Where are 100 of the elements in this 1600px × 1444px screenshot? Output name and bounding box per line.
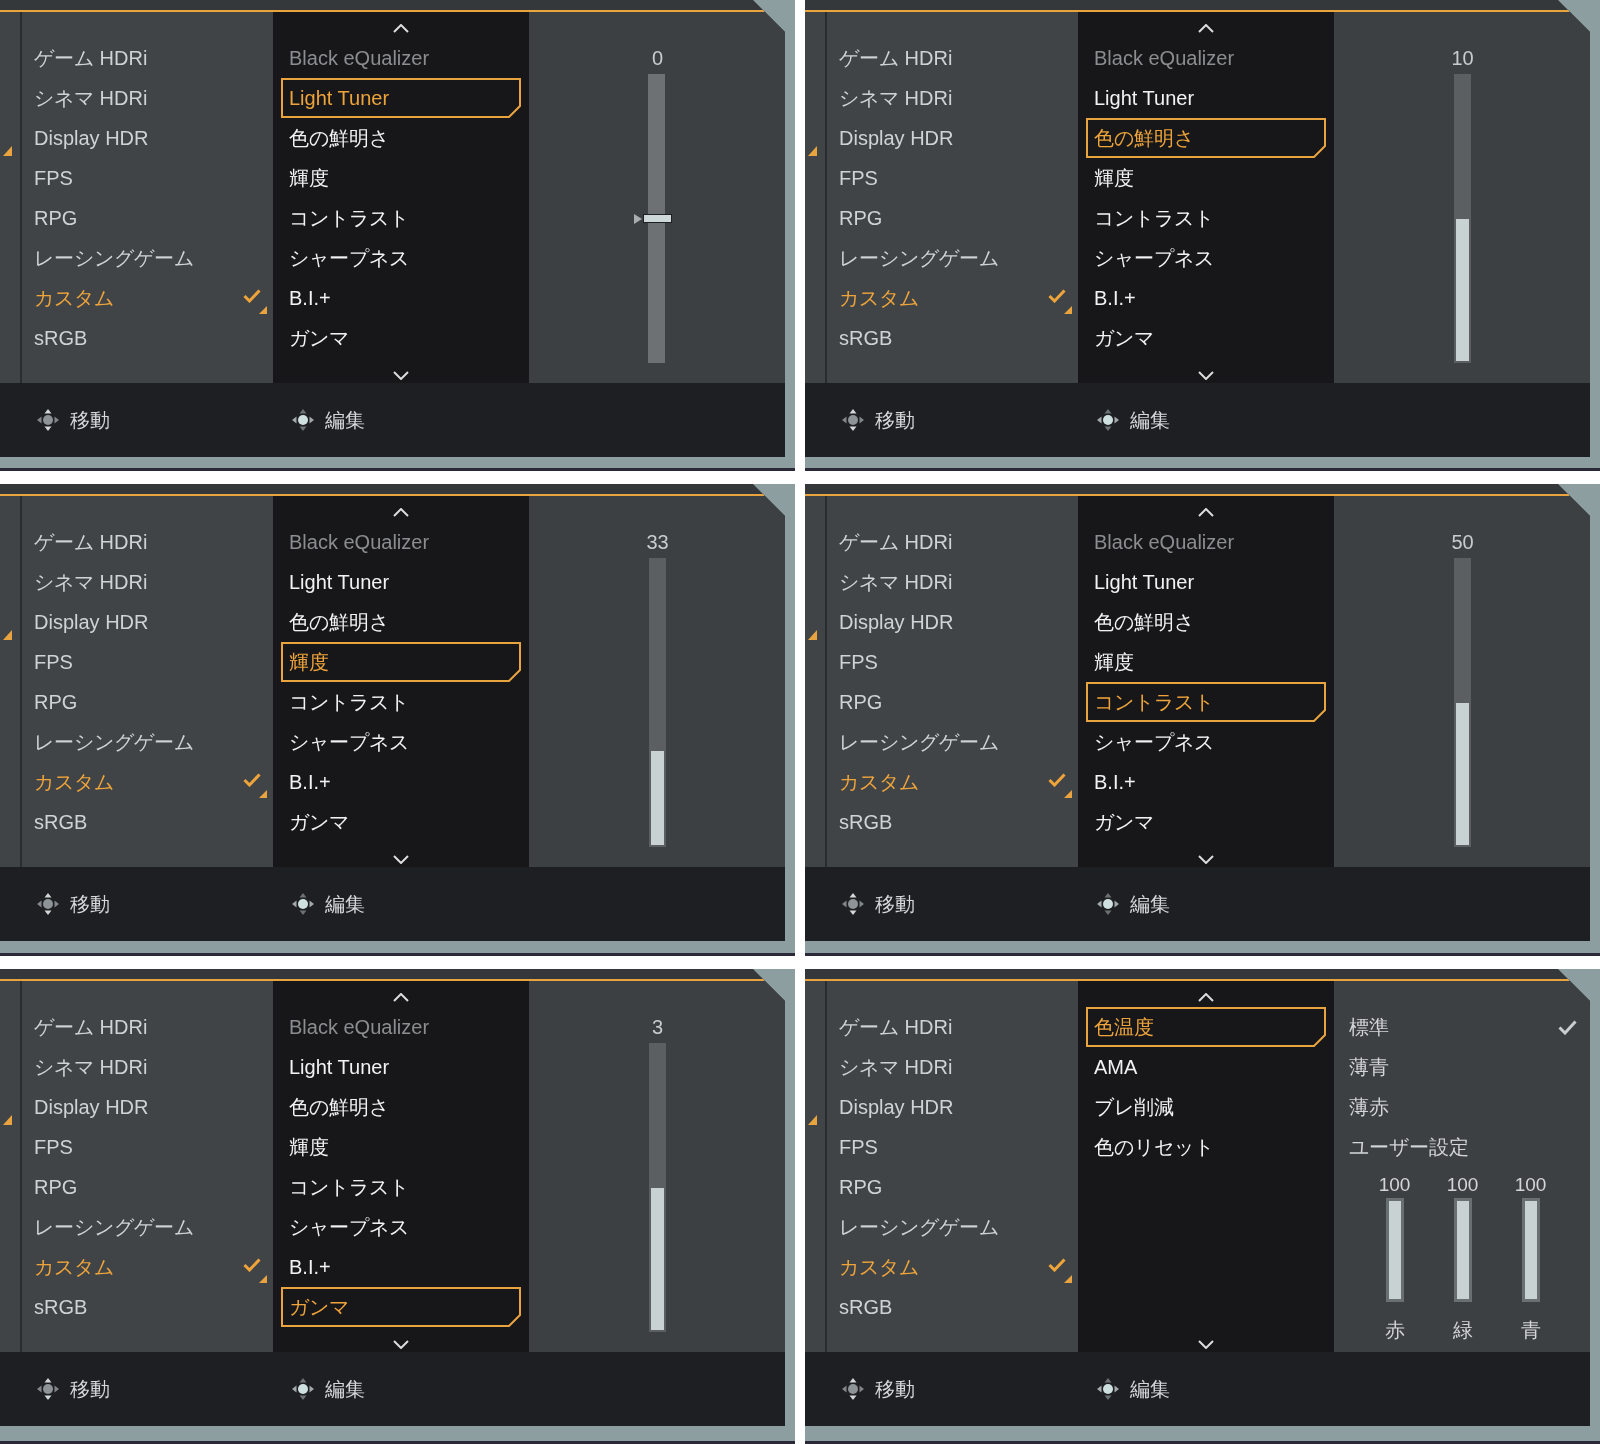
mode-item[interactable]: レーシングゲーム [22, 238, 273, 278]
hint-label: 移動 [70, 894, 110, 914]
mode-item[interactable]: カスタム [22, 1247, 273, 1287]
option-item[interactable]: 標準 [1334, 1007, 1591, 1047]
mode-item[interactable]: FPS [827, 1127, 1078, 1167]
menu-item[interactable]: B.I.+ [281, 762, 521, 802]
menu-item[interactable]: Light Tuner [1086, 78, 1326, 118]
mode-item[interactable]: RPG [827, 1167, 1078, 1207]
option-item[interactable]: ユーザー設定 [1334, 1127, 1591, 1167]
mode-item[interactable]: Display HDR [22, 1087, 273, 1127]
mode-item[interactable]: FPS [22, 1127, 273, 1167]
mode-item[interactable]: ゲーム HDRi [22, 1007, 273, 1047]
slider-thumb[interactable] [643, 214, 672, 223]
menu-item[interactable]: コントラスト [281, 198, 521, 238]
menu-item[interactable]: 色温度 [1086, 1007, 1326, 1047]
menu-item[interactable]: ガンマ [281, 1287, 521, 1327]
slider-track[interactable] [649, 1043, 666, 1332]
mode-item[interactable]: FPS [22, 642, 273, 682]
menu-item[interactable]: コントラスト [281, 1167, 521, 1207]
mode-item[interactable]: sRGB [827, 1287, 1078, 1327]
menu-item[interactable]: AMA [1086, 1047, 1326, 1087]
menu-item[interactable]: 輝度 [281, 1127, 521, 1167]
menu-item[interactable]: コントラスト [1086, 682, 1326, 722]
mode-item[interactable]: レーシングゲーム [827, 1207, 1078, 1247]
menu-item[interactable]: シャープネス [281, 722, 521, 762]
menu-item[interactable]: 輝度 [1086, 642, 1326, 682]
option-item[interactable]: 薄青 [1334, 1047, 1591, 1087]
menu-item[interactable]: ガンマ [1086, 318, 1326, 358]
menu-item[interactable]: シャープネス [281, 1207, 521, 1247]
menu-item[interactable]: 色の鮮明さ [1086, 602, 1326, 642]
menu-item[interactable]: Light Tuner [281, 78, 521, 118]
menu-item[interactable]: Light Tuner [281, 1047, 521, 1087]
mode-item[interactable]: Display HDR [827, 1087, 1078, 1127]
mode-item[interactable]: シネマ HDRi [22, 1047, 273, 1087]
menu-item[interactable]: ガンマ [1086, 802, 1326, 842]
mode-item[interactable]: Display HDR [22, 118, 273, 158]
mode-item[interactable]: FPS [827, 642, 1078, 682]
menu-item[interactable]: 色の鮮明さ [281, 1087, 521, 1127]
mode-item[interactable]: ゲーム HDRi [22, 38, 273, 78]
menu-item[interactable]: 色のリセット [1086, 1127, 1326, 1167]
menu-item[interactable]: 色の鮮明さ [1086, 118, 1326, 158]
menu-item[interactable]: シャープネス [1086, 238, 1326, 278]
mode-item[interactable]: レーシングゲーム [22, 1207, 273, 1247]
triangle-icon [259, 306, 267, 314]
menu-item[interactable]: Light Tuner [281, 562, 521, 602]
mode-item[interactable]: Display HDR [827, 602, 1078, 642]
mode-item[interactable]: RPG [827, 198, 1078, 238]
mode-item[interactable]: シネマ HDRi [827, 78, 1078, 118]
menu-item[interactable]: 色の鮮明さ [281, 118, 521, 158]
mode-item[interactable]: シネマ HDRi [827, 562, 1078, 602]
mode-item[interactable]: RPG [827, 682, 1078, 722]
chevron-up-icon [393, 993, 409, 1002]
menu-item[interactable]: Light Tuner [1086, 562, 1326, 602]
menu-item[interactable]: コントラスト [1086, 198, 1326, 238]
mode-item[interactable]: sRGB [22, 802, 273, 842]
menu-item[interactable]: ガンマ [281, 318, 521, 358]
mode-item[interactable]: FPS [22, 158, 273, 198]
mode-item[interactable]: ゲーム HDRi [827, 38, 1078, 78]
mode-item[interactable]: ゲーム HDRi [827, 522, 1078, 562]
menu-item[interactable]: シャープネス [1086, 722, 1326, 762]
menu-item[interactable]: ガンマ [281, 802, 521, 842]
mode-item[interactable]: シネマ HDRi [22, 562, 273, 602]
menu-item[interactable]: ブレ削減 [1086, 1087, 1326, 1127]
mode-item[interactable]: Display HDR [827, 118, 1078, 158]
menu-item[interactable]: B.I.+ [1086, 278, 1326, 318]
slider-track[interactable] [1454, 558, 1471, 847]
menu-item[interactable]: B.I.+ [1086, 762, 1326, 802]
mode-item[interactable]: ゲーム HDRi [22, 522, 273, 562]
mode-item[interactable]: ゲーム HDRi [827, 1007, 1078, 1047]
option-item[interactable]: 薄赤 [1334, 1087, 1591, 1127]
mode-item[interactable]: シネマ HDRi [827, 1047, 1078, 1087]
mode-item[interactable]: カスタム [827, 278, 1078, 318]
menu-item[interactable]: コントラスト [281, 682, 521, 722]
mode-item[interactable]: カスタム [827, 1247, 1078, 1287]
menu-item[interactable]: 輝度 [1086, 158, 1326, 198]
mode-item[interactable]: RPG [22, 682, 273, 722]
slider-track[interactable] [1454, 74, 1471, 363]
mode-item[interactable]: カスタム [827, 762, 1078, 802]
menu-item[interactable]: B.I.+ [281, 1247, 521, 1287]
menu-item[interactable]: 色の鮮明さ [281, 602, 521, 642]
menu-item[interactable]: 輝度 [281, 642, 521, 682]
mode-item[interactable]: レーシングゲーム [22, 722, 273, 762]
mode-item[interactable]: レーシングゲーム [827, 238, 1078, 278]
mode-item[interactable]: Display HDR [22, 602, 273, 642]
mode-item[interactable]: RPG [22, 1167, 273, 1207]
mode-item[interactable]: sRGB [22, 1287, 273, 1327]
chevron-up-icon [393, 508, 409, 517]
mode-item[interactable]: sRGB [22, 318, 273, 358]
mode-item[interactable]: sRGB [827, 802, 1078, 842]
mode-item[interactable]: FPS [827, 158, 1078, 198]
menu-item[interactable]: シャープネス [281, 238, 521, 278]
menu-item[interactable]: 輝度 [281, 158, 521, 198]
slider-track[interactable] [649, 558, 666, 847]
mode-item[interactable]: カスタム [22, 278, 273, 318]
mode-item[interactable]: レーシングゲーム [827, 722, 1078, 762]
mode-item[interactable]: カスタム [22, 762, 273, 802]
mode-item[interactable]: シネマ HDRi [22, 78, 273, 118]
menu-item[interactable]: B.I.+ [281, 278, 521, 318]
mode-item[interactable]: sRGB [827, 318, 1078, 358]
mode-item[interactable]: RPG [22, 198, 273, 238]
